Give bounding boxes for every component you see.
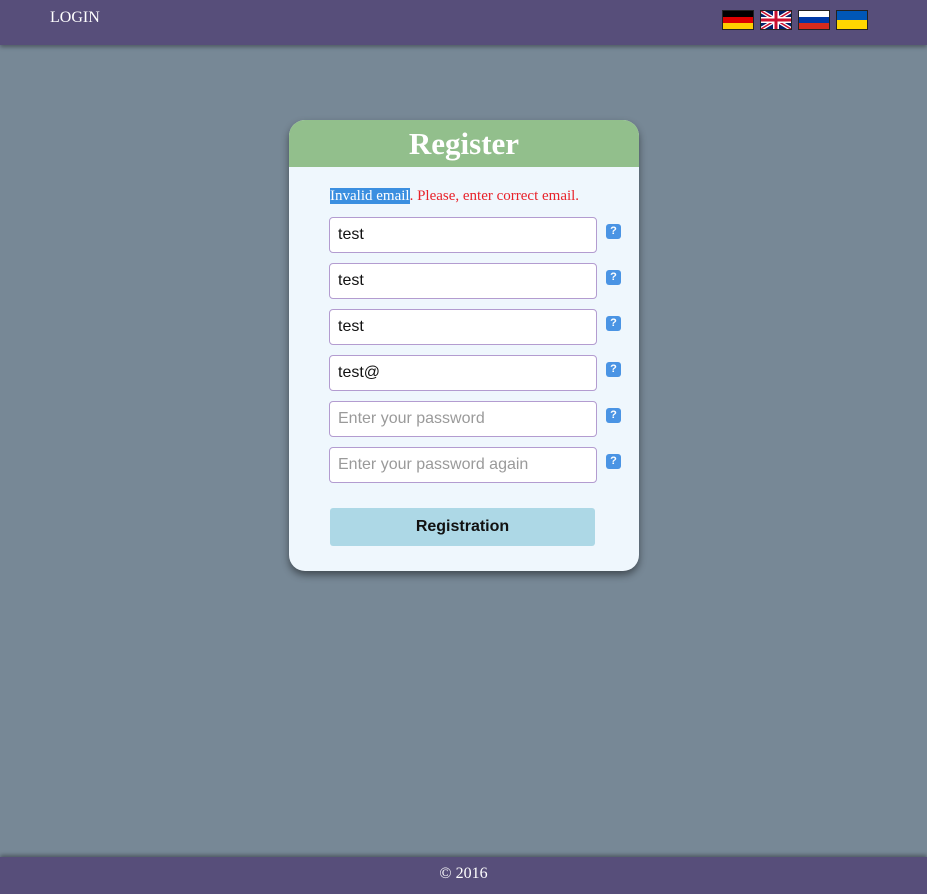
register-card: Register Invalid email. Please, enter co… — [289, 120, 639, 571]
login-link[interactable]: LOGIN — [50, 9, 100, 27]
top-navbar: LOGIN — [0, 0, 927, 45]
registration-button[interactable]: Registration — [330, 508, 595, 546]
first-name-help-icon[interactable]: ? — [606, 224, 621, 239]
email-field[interactable] — [329, 355, 597, 391]
password-help-icon[interactable]: ? — [606, 408, 621, 423]
german-flag-icon[interactable] — [722, 10, 754, 30]
copyright-text: © 2016 — [439, 865, 488, 882]
email-help-icon[interactable]: ? — [606, 362, 621, 377]
language-selector — [722, 10, 868, 30]
last-name-help-icon[interactable]: ? — [606, 270, 621, 285]
ukrainian-flag-icon[interactable] — [836, 10, 868, 30]
password-confirm-help-icon[interactable]: ? — [606, 454, 621, 469]
last-name-field[interactable] — [329, 263, 597, 299]
uk-flag-icon[interactable] — [760, 10, 792, 30]
footer: © 2016 — [0, 857, 927, 894]
error-message: Invalid email. Please, enter correct ema… — [330, 187, 579, 206]
username-help-icon[interactable]: ? — [606, 316, 621, 331]
username-field[interactable] — [329, 309, 597, 345]
page-title: Register — [408, 126, 520, 161]
register-card-header: Register — [289, 120, 639, 167]
russian-flag-icon[interactable] — [798, 10, 830, 30]
first-name-field[interactable] — [329, 217, 597, 253]
error-message-text: . Please, enter correct email. — [409, 188, 580, 204]
error-message-highlight: Invalid email — [330, 188, 410, 204]
password-confirm-field[interactable] — [329, 447, 597, 483]
password-field[interactable] — [329, 401, 597, 437]
